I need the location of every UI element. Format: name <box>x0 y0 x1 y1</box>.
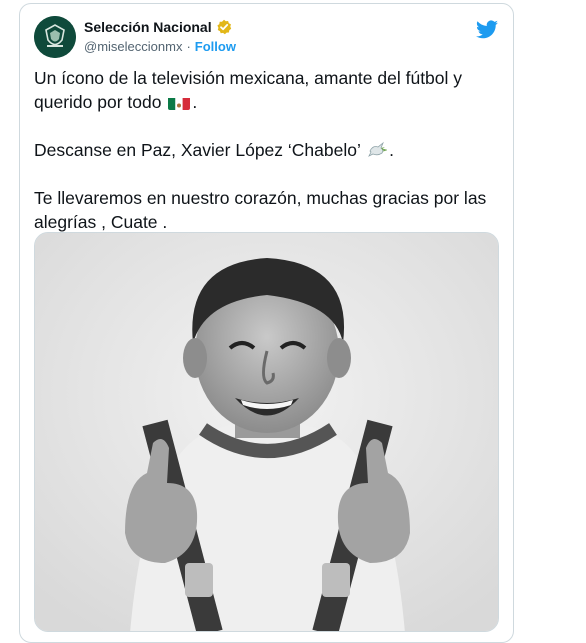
mexico-flag-icon <box>168 95 191 110</box>
tweet-line-2: Descanse en Paz, Xavier López ‘Chabelo’ <box>34 140 361 160</box>
tweet-card[interactable]: Selección Nacional @miseleccionmx · Foll… <box>19 3 514 643</box>
verified-badge-icon <box>216 19 232 35</box>
tweet-photo[interactable] <box>34 232 499 632</box>
tweet-paragraph-3: Te llevaremos en nuestro corazón, muchas… <box>34 188 487 232</box>
dove-icon <box>367 141 388 159</box>
tweet-header: Selección Nacional @miseleccionmx · Foll… <box>34 16 499 60</box>
tweet-paragraph-1: Un ícono de la televisión mexicana, aman… <box>34 66 504 114</box>
tweet-line-2-end: . <box>389 140 394 160</box>
handle[interactable]: @miseleccionmx <box>84 39 182 54</box>
tweet-line-1: Un ícono de la televisión mexicana, aman… <box>34 68 463 112</box>
tweet-text: Un ícono de la televisión mexicana, aman… <box>34 66 504 234</box>
tweet-line-1-end: . <box>192 92 198 112</box>
follow-button[interactable]: Follow <box>195 39 236 54</box>
separator-dot: · <box>186 39 191 54</box>
tweet-paragraph-2: Descanse en Paz, Xavier López ‘Chabelo’ … <box>34 138 504 162</box>
avatar[interactable] <box>34 16 76 58</box>
twitter-bird-icon[interactable] <box>475 18 499 42</box>
display-name[interactable]: Selección Nacional <box>84 19 212 35</box>
